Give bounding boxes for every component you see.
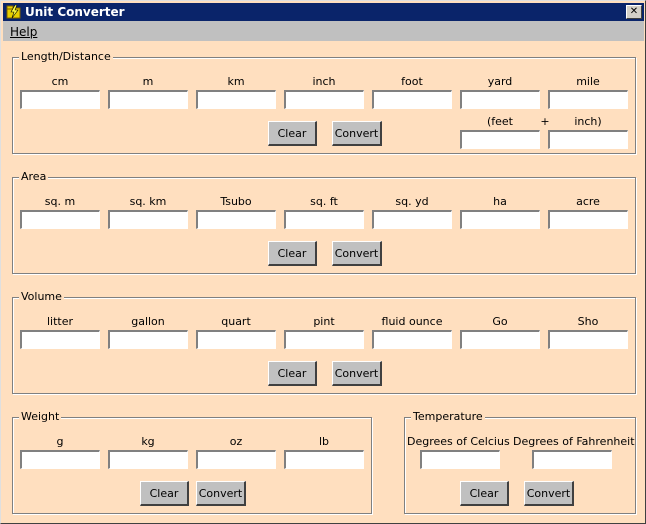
weight-legend: Weight — [19, 410, 62, 424]
length-unit-input[interactable] — [20, 90, 100, 109]
length-clear-button[interactable]: Clear — [268, 121, 317, 146]
menu-help[interactable]: Help — [10, 25, 37, 39]
volume-unit-input[interactable] — [548, 330, 628, 349]
fahrenheit-input[interactable] — [532, 450, 612, 469]
volume-unit-label: Sho — [577, 315, 599, 328]
area-legend: Area — [19, 170, 49, 184]
close-button[interactable]: ✕ — [626, 5, 642, 19]
feet-input[interactable] — [460, 130, 540, 149]
volume-unit-label: Go — [492, 315, 508, 328]
length-unit-label: yard — [487, 75, 513, 88]
length-unit-input[interactable] — [548, 90, 628, 109]
length-unit-input[interactable] — [284, 90, 364, 109]
weight-unit-input[interactable] — [108, 450, 188, 469]
length-unit-label: foot — [401, 75, 423, 88]
temperature-legend: Temperature — [411, 410, 485, 424]
area-unit-input[interactable] — [372, 210, 452, 229]
weight-unit-label: kg — [141, 435, 155, 448]
weight-unit-label: oz — [229, 435, 243, 448]
weight-clear-button[interactable]: Clear — [140, 481, 189, 506]
volume-unit-label: pint — [313, 315, 335, 328]
area-unit-input[interactable] — [108, 210, 188, 229]
length-unit-label: cm — [51, 75, 69, 88]
length-unit-input[interactable] — [460, 90, 540, 109]
close-icon: ✕ — [629, 6, 639, 17]
area-unit-label: ha — [493, 195, 507, 208]
area-unit-input[interactable] — [20, 210, 100, 229]
length-unit-input[interactable] — [196, 90, 276, 109]
weight-unit-label: lb — [318, 435, 330, 448]
area-unit-label: sq. m — [44, 195, 76, 208]
length-unit-label: inch — [312, 75, 336, 88]
fahrenheit-label: Degrees of Fahrenheit — [513, 435, 635, 448]
area-clear-button[interactable]: Clear — [268, 241, 317, 266]
window-title: Unit Converter — [25, 5, 125, 19]
area-unit-label: sq. ft — [310, 195, 338, 208]
volume-unit-input[interactable] — [20, 330, 100, 349]
weight-unit-input[interactable] — [196, 450, 276, 469]
length-unit-label: m — [142, 75, 154, 88]
volume-unit-label: quart — [221, 315, 251, 328]
volume-clear-button[interactable]: Clear — [268, 361, 317, 386]
area-unit-label: sq. km — [129, 195, 167, 208]
length-unit-input[interactable] — [372, 90, 452, 109]
celcius-label: Degrees of Celcius — [407, 435, 510, 448]
title-bar[interactable]: Unit Converter ✕ — [3, 3, 644, 21]
lightning-folder-icon — [6, 5, 21, 19]
volume-unit-input[interactable] — [460, 330, 540, 349]
volume-unit-input[interactable] — [108, 330, 188, 349]
volume-unit-input[interactable] — [284, 330, 364, 349]
volume-unit-input[interactable] — [196, 330, 276, 349]
temperature-clear-button[interactable]: Clear — [460, 481, 509, 506]
area-unit-input[interactable] — [284, 210, 364, 229]
weight-unit-input[interactable] — [284, 450, 364, 469]
inch-part-input[interactable] — [548, 130, 628, 149]
volume-convert-button[interactable]: Convert — [332, 361, 382, 386]
length-unit-input[interactable] — [108, 90, 188, 109]
area-unit-input[interactable] — [460, 210, 540, 229]
length-unit-label: km — [227, 75, 245, 88]
area-convert-button[interactable]: Convert — [332, 241, 382, 266]
area-unit-label: acre — [576, 195, 600, 208]
volume-legend: Volume — [19, 290, 64, 304]
unit-converter-window: Unit Converter ✕ Help Length/Distance cm… — [0, 0, 646, 524]
temperature-convert-button[interactable]: Convert — [524, 481, 574, 506]
volume-unit-label: gallon — [131, 315, 165, 328]
weight-unit-label: g — [56, 435, 64, 448]
feet-label: (feet — [486, 115, 513, 128]
celcius-input[interactable] — [420, 450, 500, 469]
area-unit-label: sq. yd — [395, 195, 429, 208]
length-legend: Length/Distance — [19, 50, 113, 64]
area-unit-input[interactable] — [548, 210, 628, 229]
inch-label: inch) — [574, 115, 602, 128]
length-convert-button[interactable]: Convert — [332, 121, 382, 146]
volume-unit-label: fluid ounce — [381, 315, 443, 328]
weight-convert-button[interactable]: Convert — [196, 481, 246, 506]
volume-unit-input[interactable] — [372, 330, 452, 349]
volume-unit-label: litter — [46, 315, 74, 328]
weight-unit-input[interactable] — [20, 450, 100, 469]
area-unit-input[interactable] — [196, 210, 276, 229]
length-unit-label: mile — [576, 75, 600, 88]
menu-bar: Help — [3, 21, 644, 41]
area-unit-label: Tsubo — [220, 195, 252, 208]
